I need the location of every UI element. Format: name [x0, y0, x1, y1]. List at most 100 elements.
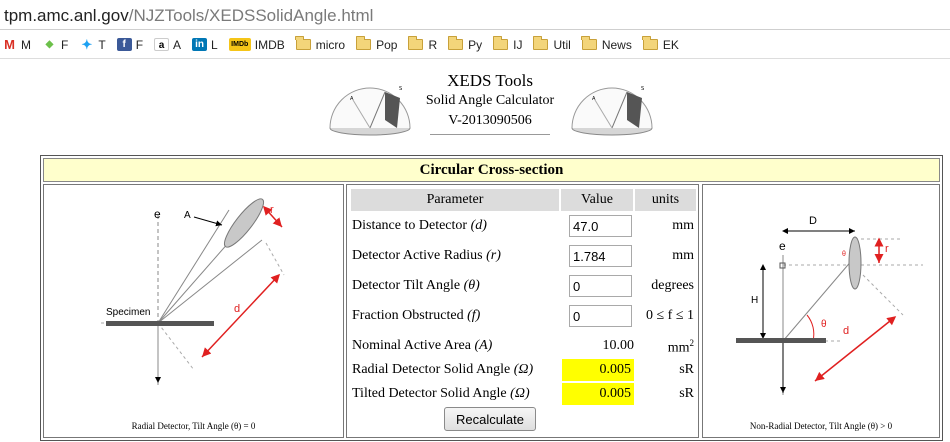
specimen-label: Specimen	[106, 307, 151, 318]
bookmark-label: T	[98, 37, 106, 52]
bookmark-label: L	[211, 37, 218, 52]
bookmark-m[interactable]: MM	[2, 38, 31, 52]
detector-sphere-right-icon: A S	[571, 86, 653, 136]
bookmark-label: Util	[553, 37, 571, 52]
bookmark-micro[interactable]: micro	[295, 36, 346, 52]
gmail-icon: M	[4, 37, 15, 52]
bookmark-f[interactable]: ◆ F	[42, 37, 69, 52]
row-tilted: Tilted Detector Solid Angle (Ω) 0.005 sR	[350, 381, 697, 409]
url-host: tpm.amc.anl.gov	[4, 6, 129, 25]
distance-unit: mm	[672, 218, 694, 233]
bookmark-a[interactable]: aA	[154, 38, 181, 52]
radius-unit: mm	[672, 248, 694, 263]
tilted-label: Tilted Detector Solid Angle (Ω)	[352, 386, 530, 401]
folder-icon	[295, 36, 311, 50]
bookmark-f[interactable]: fF	[116, 38, 143, 52]
tilted-unit: sR	[679, 386, 694, 401]
bookmark-t[interactable]: ✦ T	[79, 38, 105, 52]
section-title: Circular Cross-section	[43, 158, 940, 182]
d-label: d	[234, 303, 241, 315]
nominal-label: Nominal Active Area (A)	[352, 338, 493, 353]
theta-label: θ	[821, 319, 827, 330]
bookmark-util[interactable]: Util	[532, 36, 571, 52]
r-label-right: r	[885, 243, 889, 255]
folder-icon	[581, 36, 597, 50]
svg-text:S: S	[399, 86, 402, 92]
version-label: V-2013090506	[448, 113, 532, 128]
bookmark-label: M	[21, 37, 31, 52]
title-divider	[430, 134, 550, 135]
detector-sphere-left-icon: A S	[329, 86, 411, 136]
row-tilt: Detector Tilt Angle (θ) degrees	[350, 273, 697, 301]
page-subtitle: Solid Angle Calculator	[425, 93, 555, 108]
svg-text:S: S	[641, 86, 644, 92]
d-upper-label: D	[809, 215, 817, 227]
page-header: A S XEDS Tools Solid Angle Calculator V-…	[0, 60, 950, 152]
non-radial-detector-diagram: D e r H θ θ d Non-Radial Detector, Tilt …	[702, 184, 940, 438]
linkedin-icon: in	[192, 38, 208, 51]
obstructed-unit: 0 ≤ f ≤ 1	[645, 308, 694, 323]
bookmark-ek[interactable]: EK	[642, 36, 679, 52]
folder-icon	[447, 36, 464, 50]
distance-label: Distance to Detector (d)	[352, 218, 487, 233]
radius-label: Detector Active Radius (r)	[352, 248, 501, 263]
bookmark-pop[interactable]: Pop	[355, 36, 398, 52]
bookmark-label: IJ	[513, 37, 523, 52]
calculator-table: Circular Cross-section e A r Specimen d …	[40, 155, 943, 441]
electron-label-right: e	[779, 239, 786, 253]
twitter-icon: ✦	[81, 37, 93, 52]
electron-label: e	[154, 207, 161, 221]
header-units: units	[634, 188, 697, 212]
radial-caption: Radial Detector, Tilt Angle (θ) = 0	[131, 421, 256, 431]
bookmark-l[interactable]: in L	[192, 38, 218, 52]
tilt-label: Detector Tilt Angle (θ)	[352, 278, 480, 293]
tilt-input[interactable]	[569, 275, 632, 297]
svg-text:A: A	[592, 96, 596, 102]
radial-label: Radial Detector Solid Angle (Ω)	[352, 362, 534, 377]
bookmark-label: News	[601, 37, 632, 52]
bookmark-label: micro	[315, 37, 346, 52]
bookmark-py[interactable]: Py	[447, 36, 483, 52]
bookmark-label: EK	[662, 37, 679, 52]
radius-input[interactable]	[569, 245, 632, 267]
non-radial-caption: Non-Radial Detector, Tilt Angle (θ) > 0	[749, 421, 893, 431]
a-label: A	[184, 210, 191, 221]
url-path: /NJZTools/XEDSSolidAngle.html	[128, 6, 374, 25]
radial-diagram-svg	[99, 198, 285, 385]
bookmark-ij[interactable]: IJ	[492, 36, 523, 52]
obstructed-input[interactable]	[569, 305, 632, 327]
bookmark-label: Pop	[376, 37, 398, 52]
amazon-icon: a	[154, 38, 170, 51]
bookmarks-bar: M M ◆ F ✦ Tf Fa Ain L IMDb IMDB micro Pop R Py IJ Util Ne…	[0, 31, 950, 59]
address-bar[interactable]: tpm.amc.anl.gov/NJZTools/XEDSSolidAngle.…	[0, 0, 950, 30]
bookmark-label: F	[61, 37, 69, 52]
imdb-icon: IMDb	[228, 38, 251, 51]
row-obstructed: Fraction Obstructed (f) 0 ≤ f ≤ 1	[350, 303, 697, 331]
bookmark-label: IMDB	[254, 37, 285, 52]
r-label: r	[270, 204, 274, 216]
bookmark-label: Py	[468, 37, 483, 52]
theta-small-label: θ	[842, 251, 846, 258]
nominal-value: 10.00	[602, 338, 635, 353]
non-radial-diagram-svg	[736, 228, 923, 395]
title-block: XEDS Tools Solid Angle Calculator V-2013…	[420, 70, 560, 135]
recalculate-button[interactable]: Recalculate	[444, 407, 536, 431]
folder-icon	[532, 36, 549, 50]
bookmark-news[interactable]: News	[581, 36, 632, 52]
folder-icon	[355, 36, 372, 50]
header-parameter: Parameter	[350, 188, 560, 212]
radial-result: 0.005	[562, 359, 634, 381]
svg-text:A: A	[350, 96, 354, 102]
nominal-unit: mm2	[667, 338, 694, 356]
tilted-result: 0.005	[562, 383, 634, 405]
bookmark-r[interactable]: R	[407, 36, 437, 52]
distance-input[interactable]	[569, 215, 632, 237]
obstructed-label: Fraction Obstructed (f)	[352, 308, 481, 323]
bookmark-label: A	[173, 37, 182, 52]
row-radius: Detector Active Radius (r) mm	[350, 243, 697, 271]
bookmark-imdb[interactable]: IMDb IMDB	[228, 37, 285, 52]
d-label-right: d	[843, 325, 850, 337]
tilt-unit: degrees	[651, 278, 694, 293]
folder-icon	[492, 36, 509, 50]
facebook-icon: f	[116, 38, 132, 51]
